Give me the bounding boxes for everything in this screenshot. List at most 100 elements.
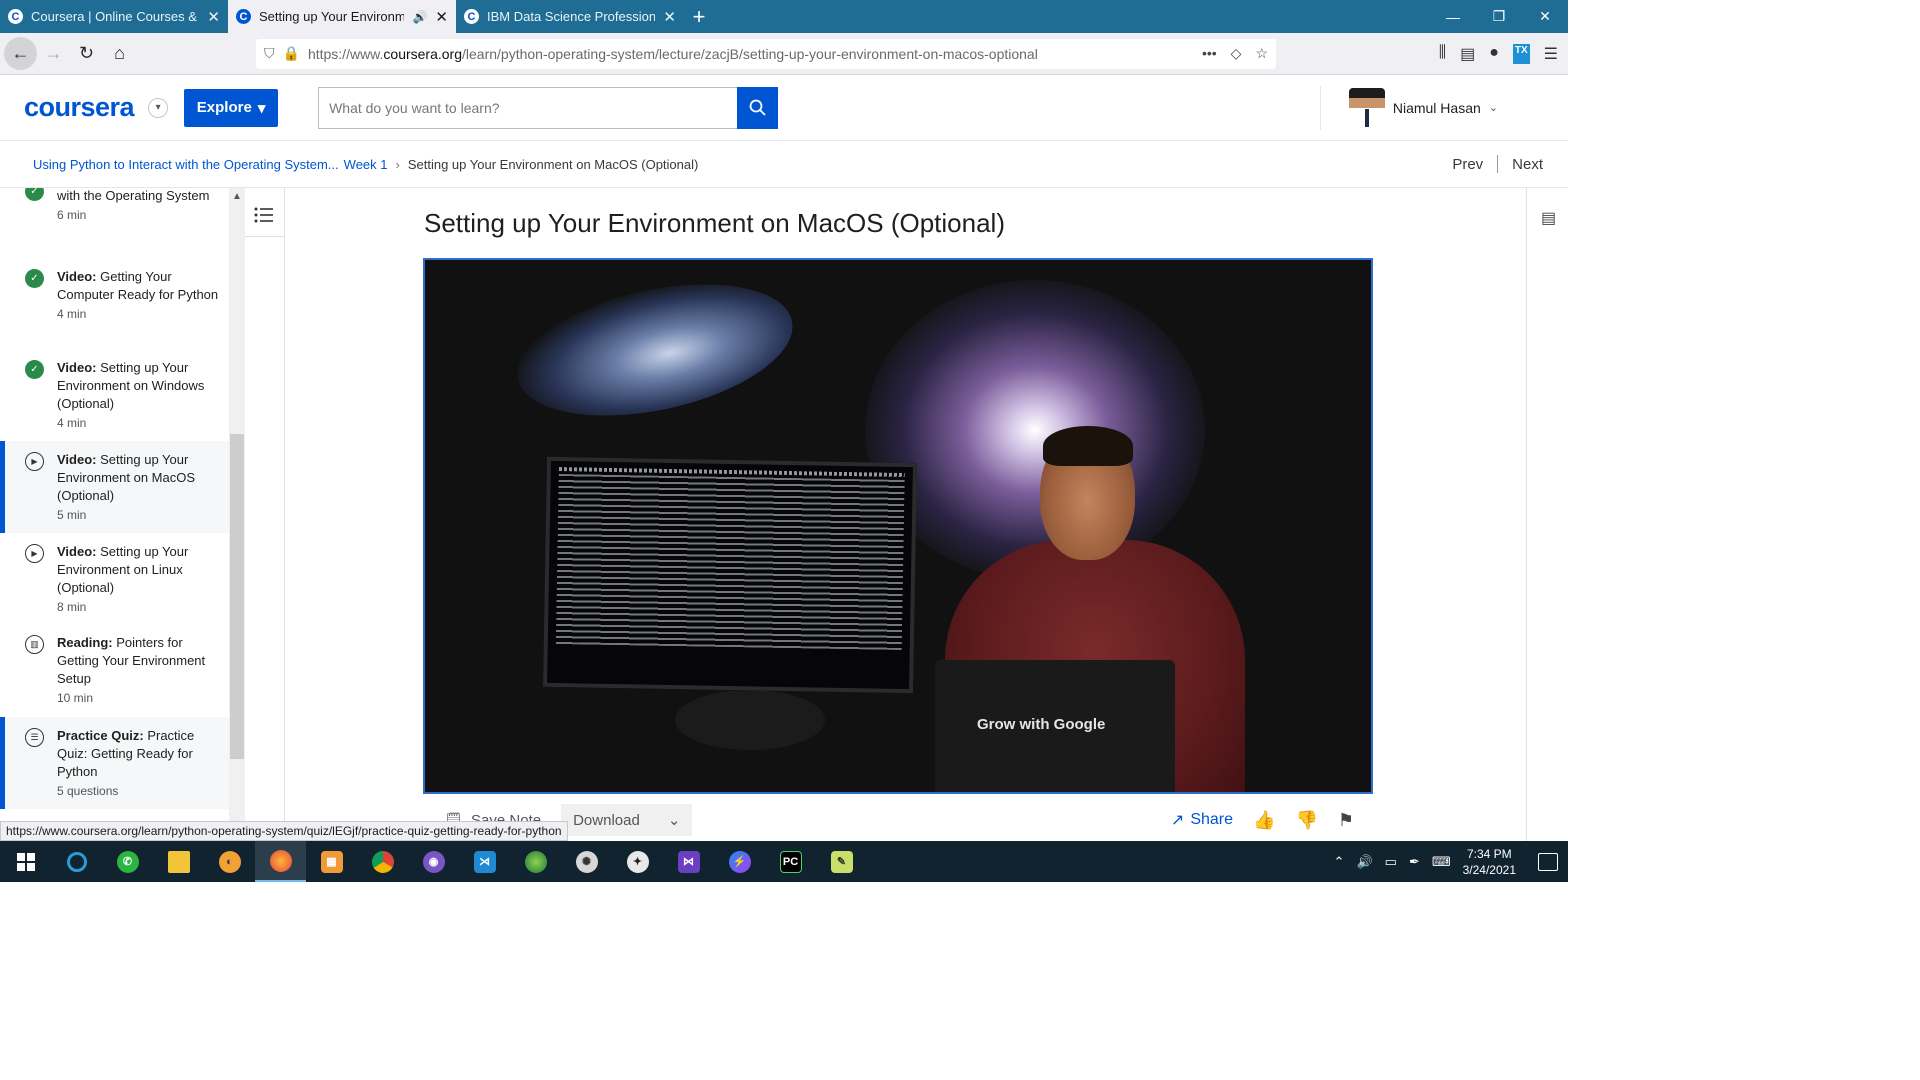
next-button[interactable]: Next	[1512, 156, 1543, 173]
download-dropdown[interactable]: Download ⌄	[561, 804, 693, 836]
url-bar[interactable]: ⛉ 🔒 https://www.coursera.org/learn/pytho…	[256, 38, 1276, 69]
notes-strip: ▤	[1526, 188, 1568, 841]
taskbar-app-messenger[interactable]: ⚡	[714, 841, 765, 882]
notifications-icon[interactable]	[1538, 852, 1558, 871]
taskbar-app-vscode[interactable]: ⋊	[459, 841, 510, 882]
scroll-up-icon[interactable]: ▲	[232, 191, 242, 202]
share-button[interactable]: ↗ Share	[1171, 810, 1233, 830]
thumbs-up-icon[interactable]: 👍	[1253, 810, 1275, 831]
bookmark-star-icon[interactable]: ☆	[1255, 45, 1268, 62]
taskbar-app-visual-studio[interactable]: ⋈	[663, 841, 714, 882]
explore-button[interactable]: Explore ▾	[184, 88, 279, 127]
library-icon[interactable]: ⫼	[1439, 44, 1446, 64]
shield-icon[interactable]: ⛉	[264, 45, 275, 62]
prev-next-nav: Prev Next	[1452, 155, 1543, 173]
browser-tab[interactable]: C IBM Data Science Professional ✕	[456, 0, 684, 33]
scrollbar-thumb[interactable]	[230, 434, 244, 759]
url-text[interactable]: https://www.coursera.org/learn/python-op…	[308, 46, 1194, 62]
taskbar-app-search[interactable]	[51, 841, 102, 882]
flag-icon[interactable]: ⚑	[1338, 810, 1354, 831]
forward-icon[interactable]: →	[37, 37, 70, 70]
game-icon: ✺	[575, 850, 598, 873]
close-tab-icon[interactable]: ✕	[435, 8, 448, 26]
chevron-right-icon: ›	[395, 156, 400, 172]
chevron-down-icon[interactable]: ▾	[148, 97, 169, 118]
sidebar-item-duration: 6 min	[57, 208, 87, 222]
account-icon[interactable]: ●	[1489, 44, 1499, 64]
pen-icon[interactable]: ✒	[1409, 854, 1420, 870]
sidebar-item-duration: 8 min	[57, 600, 87, 614]
reload-icon[interactable]: ↻	[70, 37, 103, 70]
url-path: /learn/python-operating-system/lecture/z…	[462, 45, 1038, 62]
speaker-icon[interactable]: 🔊	[412, 10, 427, 24]
sidebar-item-duration: 4 min	[57, 307, 87, 321]
taskbar-app-globe[interactable]	[510, 841, 561, 882]
prev-button[interactable]: Prev	[1452, 156, 1483, 173]
chevron-down-icon: ⌄	[1488, 102, 1498, 114]
sidebar-item[interactable]: ✓ Video: Getting Your Computer Ready for…	[0, 268, 229, 340]
taskbar-app-photos[interactable]: ▦	[306, 841, 357, 882]
taskbar-app-game[interactable]: ✺	[561, 841, 612, 882]
breadcrumb-week-link[interactable]: Week 1	[344, 157, 388, 172]
lock-icon[interactable]: 🔒	[283, 45, 300, 62]
taskbar-app-explorer[interactable]	[153, 841, 204, 882]
chevron-up-icon[interactable]: ⌃	[1334, 854, 1345, 870]
taskbar-app-editor[interactable]: ✎	[816, 841, 867, 882]
sidebar-item-active[interactable]: ▶ Video: Setting up Your Environment on …	[0, 441, 229, 533]
close-window-icon[interactable]: ✕	[1522, 0, 1568, 33]
browser-tab-active[interactable]: C Setting up Your Environmen 🔊 ✕	[228, 0, 456, 33]
home-icon[interactable]: ⌂	[103, 37, 136, 70]
browser-tab[interactable]: C Coursera | Online Courses & Cr ✕	[0, 0, 228, 33]
extension-icon[interactable]: TX	[1512, 43, 1530, 64]
explore-label: Explore	[196, 99, 252, 116]
volume-icon[interactable]: 🔊	[1356, 854, 1372, 870]
coursera-logo[interactable]: coursera	[24, 92, 135, 123]
new-tab-icon[interactable]: +	[684, 0, 714, 33]
coursera-favicon-icon: C	[236, 9, 251, 24]
taskbar-app-firefox[interactable]	[255, 841, 306, 882]
photos-icon: ▦	[320, 850, 343, 873]
taskbar-app-brave[interactable]: ◐	[204, 841, 255, 882]
video-desk	[675, 690, 825, 750]
brave-icon: ◐	[218, 850, 241, 873]
sidebar-scrollbar[interactable]: ▲	[229, 188, 245, 841]
toc-strip	[245, 188, 285, 841]
taskbar-app-github[interactable]: ◉	[408, 841, 459, 882]
sidebar-item[interactable]: ▥ Reading: Pointers for Getting Your Env…	[0, 634, 229, 716]
toc-toggle[interactable]	[245, 188, 285, 237]
restore-icon[interactable]: ❐	[1476, 0, 1522, 33]
sidebar-item[interactable]: ▶ Video: Setting up Your Environment on …	[0, 543, 229, 625]
more-actions-icon[interactable]: •••	[1202, 45, 1217, 62]
video-player[interactable]: Grow with Google	[423, 258, 1373, 794]
taskbar-app-whatsapp[interactable]: ✆	[102, 841, 153, 882]
user-menu[interactable]: Niamul Hasan ⌄	[1319, 85, 1498, 130]
user-name: Niamul Hasan	[1392, 99, 1481, 116]
breadcrumb-course-link[interactable]: Using Python to Interact with the Operat…	[33, 157, 339, 172]
sidebar-icon[interactable]: ▤	[1460, 44, 1475, 64]
clock[interactable]: 7:34 PM 3/24/2021	[1463, 846, 1516, 878]
sidebar-item[interactable]: ✓ Video: Setting up Your Environment on …	[0, 359, 229, 431]
keyboard-icon[interactable]: ⌨	[1432, 854, 1451, 870]
sidebar-item-highlighted[interactable]: ☰ Practice Quiz: Practice Quiz: Getting …	[0, 717, 229, 809]
back-icon[interactable]: ←	[4, 37, 37, 70]
completed-check-icon: ✓	[25, 188, 44, 201]
taskbar-app-inkscape[interactable]: ✦	[612, 841, 663, 882]
windows-logo-icon	[16, 852, 35, 871]
firefox-icon	[269, 849, 292, 872]
network-icon[interactable]: ▭	[1385, 854, 1397, 870]
close-tab-icon[interactable]: ✕	[663, 8, 676, 26]
search-button[interactable]	[737, 86, 779, 129]
sidebar-item[interactable]: ✓ with the Operating System 6 min	[0, 188, 229, 250]
pocket-icon[interactable]: ◇	[1231, 45, 1242, 62]
notes-icon[interactable]: ▤	[1541, 208, 1556, 228]
minimize-icon[interactable]: —	[1430, 0, 1476, 33]
menu-icon[interactable]: ☰	[1544, 44, 1558, 64]
search-app-icon	[66, 851, 87, 872]
taskbar-app-chrome[interactable]	[357, 841, 408, 882]
close-tab-icon[interactable]: ✕	[207, 8, 220, 26]
search-input[interactable]	[319, 87, 738, 128]
thumbs-down-icon[interactable]: 👎	[1295, 810, 1317, 831]
folder-icon	[167, 850, 190, 873]
start-button[interactable]	[0, 841, 51, 882]
taskbar-app-pycharm[interactable]: PC	[765, 841, 816, 882]
